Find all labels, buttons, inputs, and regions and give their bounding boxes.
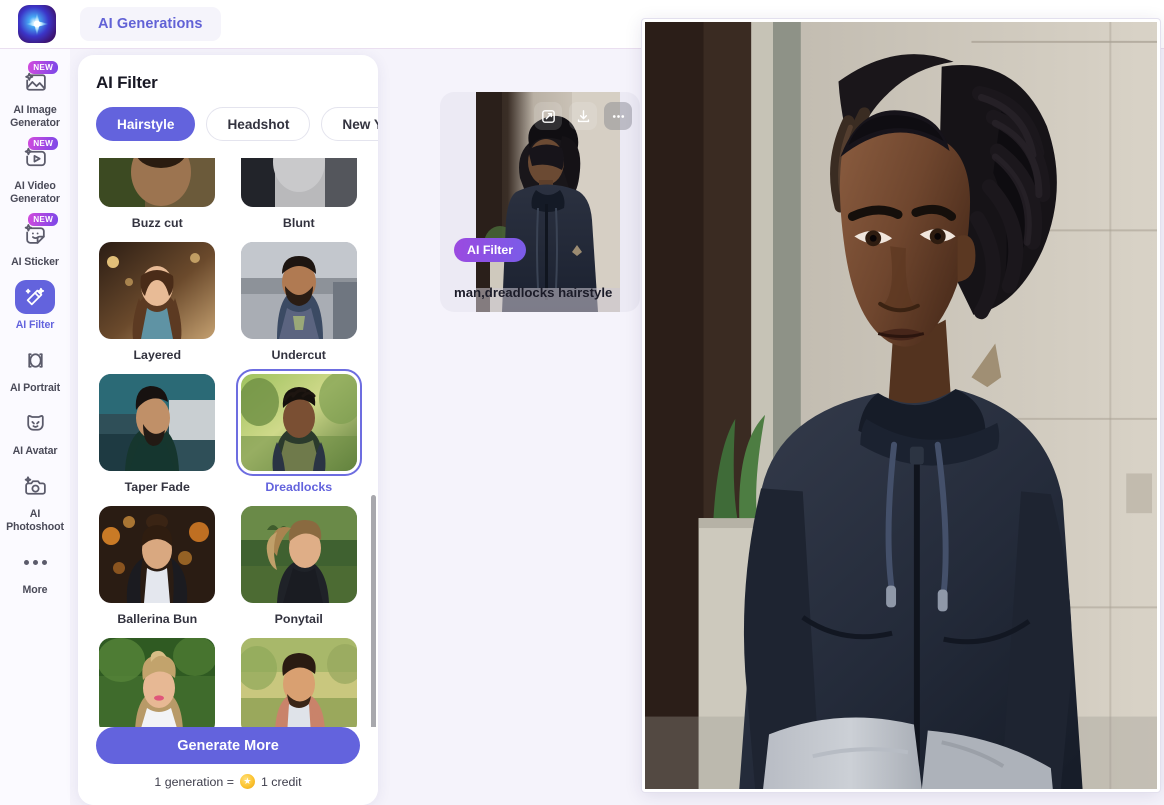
style-thumbnail: [99, 158, 216, 207]
sidebar-item-ai-filter[interactable]: AI Filter: [0, 278, 70, 332]
style-option-undercut[interactable]: Undercut: [234, 242, 365, 374]
style-option-ponytail[interactable]: Ponytail: [234, 506, 365, 638]
style-thumbnail: [240, 638, 357, 735]
sidebar-item-ai-portrait[interactable]: AI Portrait: [0, 341, 70, 395]
style-label: Buzz cut: [131, 216, 183, 230]
category-tabs: Hairstyle Headshot New Year: [78, 93, 378, 151]
tab-hairstyle[interactable]: Hairstyle: [96, 107, 196, 141]
style-option-taper-fade[interactable]: Taper Fade: [92, 374, 223, 506]
sparkle-logo-icon[interactable]: [18, 5, 56, 43]
ai-avatar-icon: [16, 407, 54, 439]
sidebar-item-ai-sticker[interactable]: NEW AI Sticker: [0, 213, 70, 269]
style-thumbnail: [99, 506, 216, 603]
sparkle-glyph-icon: [25, 12, 49, 36]
result-card-badge: AI Filter: [454, 238, 527, 262]
sidebar-badge-new: NEW: [28, 137, 58, 150]
download-icon[interactable]: [569, 102, 597, 130]
style-label: Ponytail: [274, 612, 323, 626]
style-option-buzz-cut[interactable]: Buzz cut: [92, 158, 223, 242]
sidebar-item-label: AI Sticker: [11, 256, 59, 268]
preview-artwork: [645, 22, 1157, 789]
sidebar-item-ai-photoshoot[interactable]: AI Photoshoot: [0, 467, 70, 534]
ai-photoshoot-icon: [16, 470, 54, 502]
style-thumbnail: [99, 374, 216, 471]
style-label: Blunt: [282, 216, 315, 230]
tab-label: Headshot: [227, 116, 290, 132]
sidebar-item-label: More: [22, 584, 48, 596]
sidebar-item-label: AI Portrait: [9, 382, 61, 394]
ai-filter-panel: AI Filter Hairstyle Headshot New Year: [78, 55, 378, 805]
style-thumbnail: [99, 638, 216, 735]
style-label: Layered: [133, 348, 182, 362]
nav-ai-generations[interactable]: AI Generations: [80, 7, 221, 41]
sidebar-badge-new: NEW: [28, 61, 58, 74]
result-card-actions: [534, 102, 632, 130]
style-option-ballerina-bun[interactable]: Ballerina Bun: [92, 506, 223, 638]
sidebar-item-ai-image-generator[interactable]: NEW AI Image Generator: [0, 61, 70, 130]
sidebar-item-label: AI Image Generator: [10, 104, 60, 129]
style-grid-scroll-area[interactable]: Buzz cut Blunt Layered Undercut Taper Fa…: [78, 158, 378, 785]
sidebar-item-ai-video-generator[interactable]: NEW AI Video Generator: [0, 137, 70, 206]
style-grid-scrollbar[interactable]: [371, 165, 376, 787]
panel-title: AI Filter: [96, 73, 158, 92]
ai-filter-icon: [15, 280, 55, 314]
more-dots-icon: [23, 546, 47, 578]
style-thumbnail: [240, 242, 357, 339]
coin-icon: ★: [239, 774, 255, 789]
style-thumbnail: [99, 242, 216, 339]
style-thumbnail: [240, 506, 357, 603]
result-card[interactable]: AI Filter man,dreadlocks hairstyle: [440, 92, 640, 312]
sidebar-item-label: AI Avatar: [12, 445, 58, 457]
sidebar-item-more[interactable]: More: [0, 543, 70, 597]
style-option-dreadlocks[interactable]: Dreadlocks: [234, 369, 365, 506]
credit-info: 1 generation = ★ 1 credit: [96, 774, 360, 789]
tab-headshot[interactable]: Headshot: [206, 107, 311, 141]
credit-prefix-label: 1 generation =: [154, 774, 234, 789]
tab-label: New Year: [342, 116, 378, 132]
style-label: Taper Fade: [124, 480, 190, 494]
style-thumbnail: [235, 369, 362, 476]
sidebar-item-label: AI Video Generator: [10, 180, 60, 205]
style-label: Ballerina Bun: [117, 612, 198, 626]
enhance-icon[interactable]: [534, 102, 562, 130]
style-grid: Buzz cut Blunt Layered Undercut Taper Fa…: [92, 158, 364, 756]
generated-image-preview[interactable]: [642, 19, 1160, 792]
style-option-blunt[interactable]: Blunt: [234, 158, 365, 242]
tab-label: Hairstyle: [117, 116, 175, 132]
sidebar-item-ai-avatar[interactable]: AI Avatar: [0, 404, 70, 458]
panel-footer: Generate More 1 generation = ★ 1 credit: [78, 727, 378, 805]
sidebar-item-label: AI Photoshoot: [6, 508, 64, 533]
credit-suffix-label: 1 credit: [260, 774, 302, 789]
sidebar-badge-new: NEW: [28, 213, 58, 226]
nav-ai-generations-label: AI Generations: [98, 16, 203, 32]
more-options-icon[interactable]: [604, 102, 632, 130]
ai-portrait-icon: [16, 344, 54, 376]
generate-more-button[interactable]: Generate More: [96, 727, 360, 764]
sidebar-item-label: AI Filter: [15, 319, 55, 331]
style-label: Dreadlocks: [265, 480, 333, 494]
left-sidebar: NEW AI Image Generator NEW AI Video Gene…: [0, 49, 70, 805]
result-card-caption: man,dreadlocks hairstyle: [454, 285, 613, 300]
tab-new-year[interactable]: New Year: [321, 107, 378, 141]
app-root: AI Generations AI Filter man,dreadlocks …: [0, 0, 1164, 805]
style-label: Undercut: [271, 348, 326, 362]
style-thumbnail: [240, 158, 357, 207]
style-option-layered[interactable]: Layered: [92, 242, 223, 374]
